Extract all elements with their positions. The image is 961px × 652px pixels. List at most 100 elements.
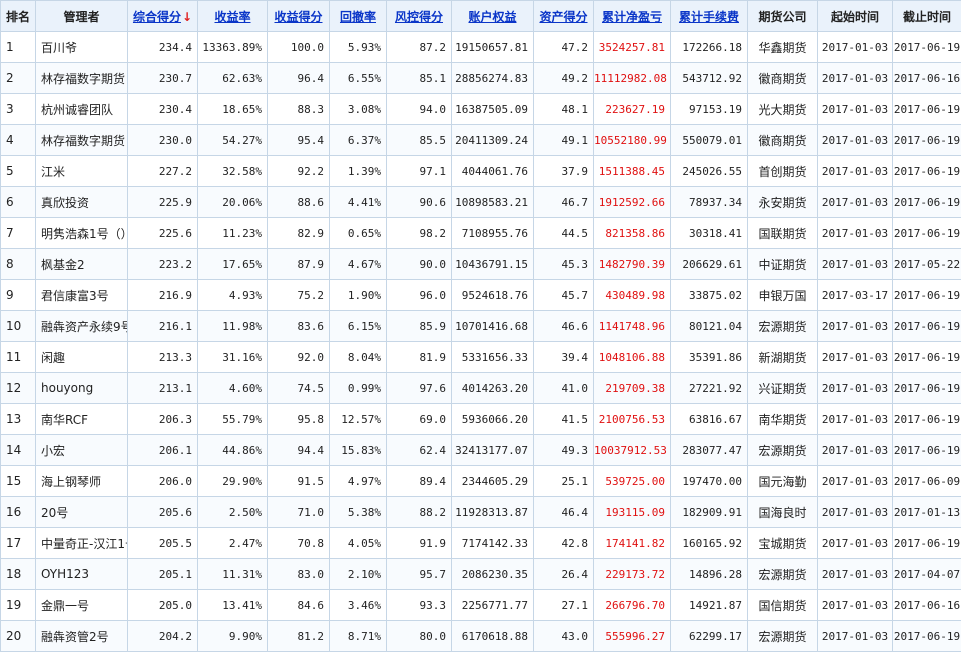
- cell-risk-score: 80.0: [387, 621, 452, 652]
- header-return-rate[interactable]: 收益率: [198, 1, 268, 32]
- cell-return-rate: 55.79%: [198, 404, 268, 435]
- cell-drawdown: 6.15%: [330, 311, 387, 342]
- cell-return-score: 96.4: [268, 63, 330, 94]
- cell-manager[interactable]: 中量奇正-汉江1号: [36, 528, 128, 559]
- cell-return-rate: 18.65%: [198, 94, 268, 125]
- cell-return-rate: 2.50%: [198, 497, 268, 528]
- cell-manager[interactable]: 融犇资产永续9号: [36, 311, 128, 342]
- cell-total-score: 205.6: [128, 497, 198, 528]
- cell-start-date: 2017-01-03: [818, 125, 893, 156]
- cell-rank: 16: [1, 497, 36, 528]
- cell-net-profit: 229173.72: [594, 559, 671, 590]
- cell-manager[interactable]: 百川爷: [36, 32, 128, 63]
- cell-start-date: 2017-01-03: [818, 435, 893, 466]
- cell-manager[interactable]: 真欣投资: [36, 187, 128, 218]
- cell-risk-score: 93.3: [387, 590, 452, 621]
- cell-rank: 7: [1, 218, 36, 249]
- cell-broker: 宏源期货: [748, 559, 818, 590]
- cell-fees: 543712.92: [671, 63, 748, 94]
- header-net-profit[interactable]: 累计净盈亏: [594, 1, 671, 32]
- cell-fees: 80121.04: [671, 311, 748, 342]
- cell-manager[interactable]: 海上钢琴师: [36, 466, 128, 497]
- cell-manager[interactable]: 杭州诚睿团队: [36, 94, 128, 125]
- cell-return-rate: 44.86%: [198, 435, 268, 466]
- cell-start-date: 2017-01-03: [818, 94, 893, 125]
- header-return-score[interactable]: 收益得分: [268, 1, 330, 32]
- cell-net-profit: 11112982.08: [594, 63, 671, 94]
- header-asset-score-label[interactable]: 资产得分: [539, 10, 587, 24]
- cell-manager[interactable]: 林存福数字期货: [36, 63, 128, 94]
- header-total-score-label[interactable]: 综合得分: [133, 10, 181, 24]
- cell-return-score: 83.6: [268, 311, 330, 342]
- cell-manager[interactable]: OYH123: [36, 559, 128, 590]
- header-net-profit-label[interactable]: 累计净盈亏: [602, 10, 662, 24]
- cell-drawdown: 6.55%: [330, 63, 387, 94]
- cell-return-score: 75.2: [268, 280, 330, 311]
- cell-start-date: 2017-01-03: [818, 590, 893, 621]
- cell-drawdown: 2.10%: [330, 559, 387, 590]
- cell-end-date: 2017-06-19: [893, 342, 961, 373]
- cell-manager[interactable]: 林存福数字期货: [36, 125, 128, 156]
- cell-manager[interactable]: 20号: [36, 497, 128, 528]
- cell-return-score: 91.5: [268, 466, 330, 497]
- cell-net-profit: 193115.09: [594, 497, 671, 528]
- header-risk-score[interactable]: 风控得分: [387, 1, 452, 32]
- cell-net-profit: 2100756.53: [594, 404, 671, 435]
- header-equity-label[interactable]: 账户权益: [468, 10, 516, 24]
- cell-manager[interactable]: 融犇资管2号: [36, 621, 128, 652]
- cell-manager[interactable]: 明隽浩森1号（）: [36, 218, 128, 249]
- header-fees[interactable]: 累计手续费: [671, 1, 748, 32]
- cell-return-score: 94.4: [268, 435, 330, 466]
- cell-manager[interactable]: houyong: [36, 373, 128, 404]
- cell-asset-score: 37.9: [534, 156, 594, 187]
- header-equity[interactable]: 账户权益: [452, 1, 534, 32]
- cell-risk-score: 62.4: [387, 435, 452, 466]
- cell-fees: 30318.41: [671, 218, 748, 249]
- cell-end-date: 2017-06-19: [893, 32, 961, 63]
- cell-total-score: 204.2: [128, 621, 198, 652]
- cell-equity: 2086230.35: [452, 559, 534, 590]
- cell-return-score: 83.0: [268, 559, 330, 590]
- header-drawdown[interactable]: 回撤率: [330, 1, 387, 32]
- cell-fees: 14896.28: [671, 559, 748, 590]
- cell-manager[interactable]: 小宏: [36, 435, 128, 466]
- cell-net-profit: 174141.82: [594, 528, 671, 559]
- cell-return-rate: 9.90%: [198, 621, 268, 652]
- cell-asset-score: 41.0: [534, 373, 594, 404]
- cell-equity: 7108955.76: [452, 218, 534, 249]
- cell-broker: 兴证期货: [748, 373, 818, 404]
- cell-manager[interactable]: 闲趣: [36, 342, 128, 373]
- cell-return-score: 82.9: [268, 218, 330, 249]
- header-drawdown-label[interactable]: 回撤率: [340, 10, 376, 24]
- cell-manager[interactable]: 南华RCF: [36, 404, 128, 435]
- header-broker: 期货公司: [748, 1, 818, 32]
- cell-start-date: 2017-01-03: [818, 466, 893, 497]
- cell-return-score: 70.8: [268, 528, 330, 559]
- cell-start-date: 2017-03-17: [818, 280, 893, 311]
- cell-end-date: 2017-06-19: [893, 404, 961, 435]
- header-return-rate-label[interactable]: 收益率: [214, 10, 250, 24]
- cell-equity: 2256771.77: [452, 590, 534, 621]
- cell-broker: 宏源期货: [748, 311, 818, 342]
- cell-total-score: 205.0: [128, 590, 198, 621]
- cell-drawdown: 8.71%: [330, 621, 387, 652]
- cell-broker: 首创期货: [748, 156, 818, 187]
- cell-equity: 10701416.68: [452, 311, 534, 342]
- header-fees-label[interactable]: 累计手续费: [679, 10, 739, 24]
- cell-net-profit: 555996.27: [594, 621, 671, 652]
- cell-manager[interactable]: 君信康富3号: [36, 280, 128, 311]
- cell-manager[interactable]: 枫基金2: [36, 249, 128, 280]
- cell-manager[interactable]: 金鼎一号: [36, 590, 128, 621]
- header-asset-score[interactable]: 资产得分: [534, 1, 594, 32]
- cell-manager[interactable]: 江米: [36, 156, 128, 187]
- cell-total-score: 223.2: [128, 249, 198, 280]
- cell-net-profit: 1482790.39: [594, 249, 671, 280]
- header-return-score-label[interactable]: 收益得分: [274, 10, 322, 24]
- cell-equity: 2344605.29: [452, 466, 534, 497]
- cell-broker: 宏源期货: [748, 435, 818, 466]
- cell-end-date: 2017-06-19: [893, 156, 961, 187]
- cell-total-score: 225.6: [128, 218, 198, 249]
- header-total-score[interactable]: 综合得分↓: [128, 1, 198, 32]
- header-risk-score-label[interactable]: 风控得分: [395, 10, 443, 24]
- cell-total-score: 206.3: [128, 404, 198, 435]
